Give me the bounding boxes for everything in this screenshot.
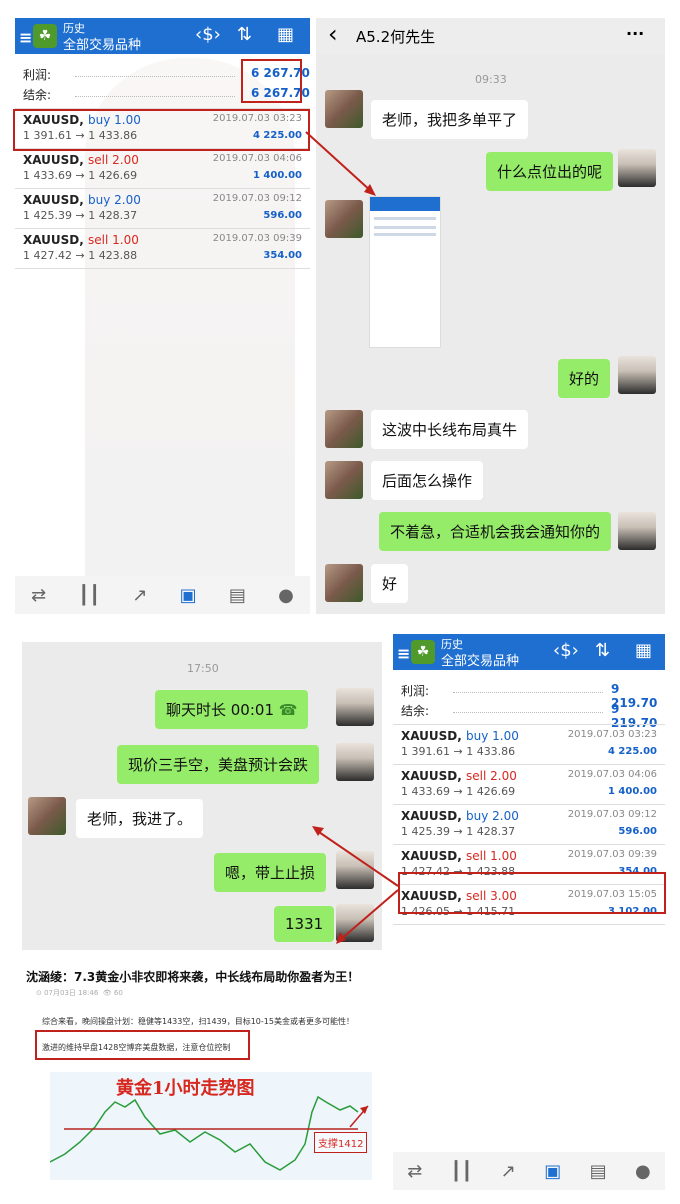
arrow-head	[336, 932, 346, 944]
arrow-line	[339, 889, 399, 941]
arrow-line	[305, 131, 373, 193]
arrow-line	[315, 829, 399, 887]
annotation-arrows	[305, 131, 399, 944]
